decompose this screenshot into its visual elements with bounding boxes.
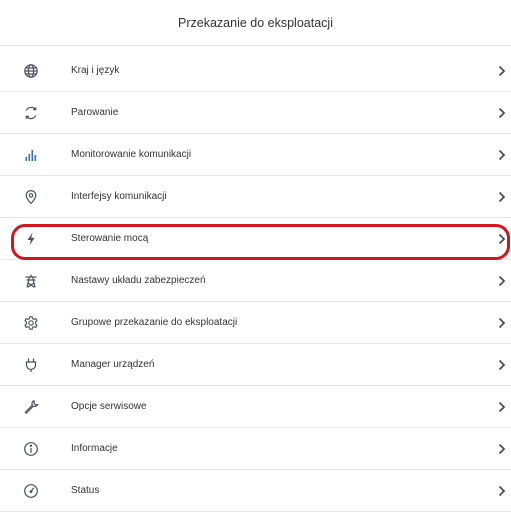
menu-item-status[interactable]: Status	[0, 470, 511, 512]
menu-item-communication-interfaces[interactable]: Interfejsy komunikacji	[0, 176, 511, 218]
menu-item-label: Informacje	[71, 443, 118, 454]
lightning-icon	[23, 231, 39, 247]
globe-icon	[23, 63, 39, 79]
menu-item-service-options[interactable]: Opcje serwisowe	[0, 386, 511, 428]
menu-item-label: Opcje serwisowe	[71, 401, 147, 412]
chevron-right-icon	[497, 358, 507, 372]
page-header: Przekazanie do eksploatacji	[0, 0, 511, 46]
chevron-right-icon	[497, 316, 507, 330]
page-title: Przekazanie do eksploatacji	[178, 15, 333, 30]
chevron-right-icon	[497, 106, 507, 120]
menu-item-protection-settings[interactable]: Nastawy układu zabezpieczeń	[0, 260, 511, 302]
info-icon	[23, 441, 39, 457]
chevron-right-icon	[497, 190, 507, 204]
chevron-right-icon	[497, 274, 507, 288]
menu-item-information[interactable]: Informacje	[0, 428, 511, 470]
chevron-right-icon	[497, 484, 507, 498]
plug-icon	[23, 357, 39, 373]
menu-item-pairing[interactable]: Parowanie	[0, 92, 511, 134]
chevron-right-icon	[497, 400, 507, 414]
chevron-right-icon	[497, 64, 507, 78]
gear-icon	[23, 315, 39, 331]
menu-item-label: Parowanie	[71, 107, 119, 118]
menu-item-label: Grupowe przekazanie do eksploatacji	[71, 317, 238, 328]
wrench-icon	[23, 399, 39, 415]
menu-item-communication-monitoring[interactable]: Monitorowanie komunikacji	[0, 134, 511, 176]
bar-chart-icon	[23, 147, 39, 163]
settings-menu: Kraj i język Parowanie Monitorowanie kom…	[0, 50, 511, 512]
menu-item-label: Status	[71, 485, 100, 496]
menu-item-label: Manager urządzeń	[71, 359, 155, 370]
menu-item-device-manager[interactable]: Manager urządzeń	[0, 344, 511, 386]
chevron-right-icon	[497, 148, 507, 162]
power-pylon-icon	[23, 273, 39, 289]
menu-item-group-commissioning[interactable]: Grupowe przekazanie do eksploatacji	[0, 302, 511, 344]
gauge-icon	[23, 483, 39, 499]
sync-icon	[23, 105, 39, 121]
location-pin-icon	[23, 189, 39, 205]
menu-item-label: Interfejsy komunikacji	[71, 191, 167, 202]
chevron-right-icon	[497, 442, 507, 456]
chevron-right-icon	[497, 232, 507, 246]
menu-item-label: Kraj i język	[71, 65, 120, 76]
menu-item-country-language[interactable]: Kraj i język	[0, 50, 511, 92]
menu-item-label: Monitorowanie komunikacji	[71, 149, 192, 160]
menu-item-power-control[interactable]: Sterowanie mocą	[0, 218, 511, 260]
menu-item-label: Sterowanie mocą	[71, 233, 149, 244]
menu-item-label: Nastawy układu zabezpieczeń	[71, 275, 206, 286]
